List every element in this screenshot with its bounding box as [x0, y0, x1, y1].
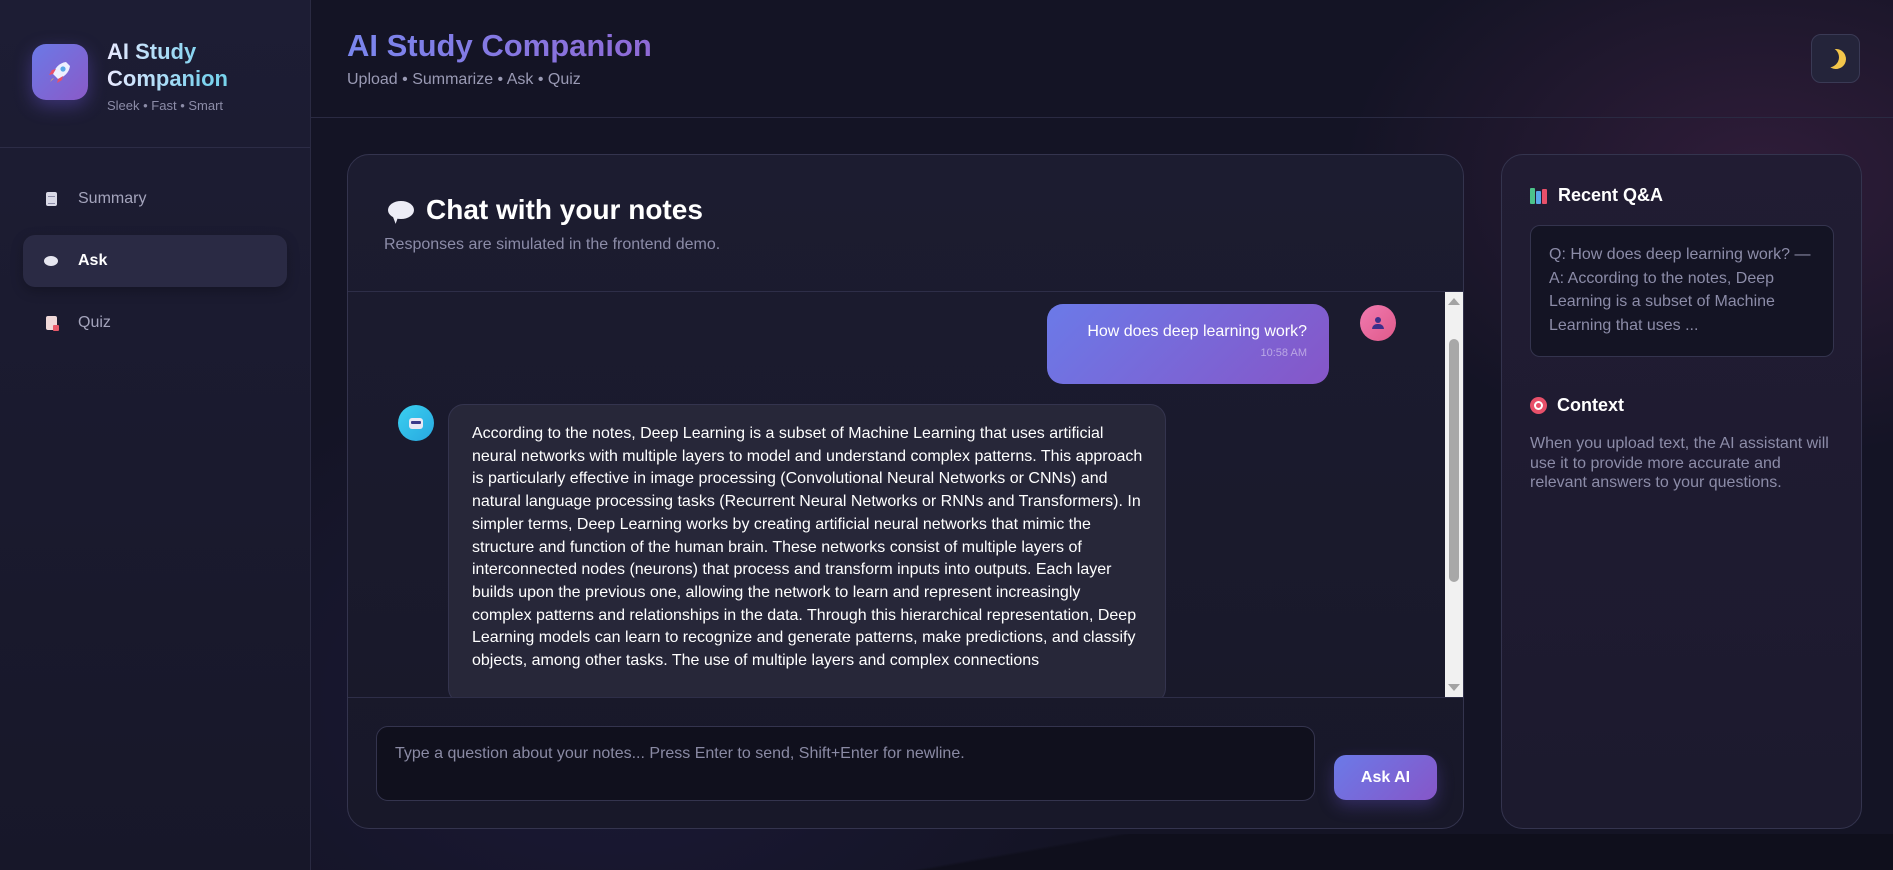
- scroll-up-arrow-icon[interactable]: [1448, 298, 1460, 305]
- bot-avatar: [398, 405, 434, 441]
- sidebar-item-quiz[interactable]: Quiz: [23, 297, 287, 349]
- sidebar-item-label: Quiz: [78, 314, 111, 331]
- context-description: When you upload text, the AI assistant w…: [1530, 435, 1829, 491]
- sidebar-nav: Summary Ask Quiz: [0, 148, 310, 349]
- chat-title-text: Chat with your notes: [426, 194, 703, 225]
- recent-qa-item[interactable]: Q: How does deep learning work? — A: Acc…: [1530, 225, 1834, 357]
- assistant-message: According to the notes, Deep Learning is…: [448, 404, 1166, 697]
- user-icon: [1372, 317, 1384, 329]
- brand-subtitle: Sleek • Fast • Smart: [107, 98, 224, 113]
- recent-qa-title-text: Recent Q&A: [1558, 185, 1664, 205]
- chat-title: Chat with your notes: [388, 194, 703, 226]
- scroll-down-arrow-icon[interactable]: [1448, 684, 1460, 691]
- assistant-message-text: According to the notes, Deep Learning is…: [472, 425, 1143, 670]
- page-subtitle: Upload • Summarize • Ask • Quiz: [347, 71, 581, 88]
- message-list[interactable]: How does deep learning work? 10:58 AM Ac…: [348, 292, 1447, 697]
- speech-bubble-icon: [44, 253, 58, 269]
- sidebar-item-ask[interactable]: Ask: [23, 235, 287, 287]
- message-timestamp: 10:58 AM: [1260, 347, 1307, 359]
- quiz-icon: [44, 315, 59, 331]
- question-input[interactable]: [376, 726, 1315, 801]
- context-title: Context: [1530, 395, 1624, 416]
- sidebar-item-label: Ask: [78, 252, 108, 269]
- document-icon: [44, 191, 58, 207]
- scroll-thumb[interactable]: [1449, 339, 1459, 582]
- moon-icon: [1823, 46, 1849, 72]
- recent-qa-title: Recent Q&A: [1530, 185, 1663, 206]
- sidebar-item-label: Summary: [78, 190, 147, 207]
- chat-composer: Ask AI: [348, 697, 1463, 828]
- user-message: How does deep learning work? 10:58 AM: [1047, 304, 1329, 384]
- app-root: AI Study Companion Sleek • Fast • Smart …: [0, 0, 1893, 870]
- side-panel: Recent Q&A Q: How does deep learning wor…: [1501, 154, 1862, 829]
- ask-ai-button[interactable]: Ask AI: [1334, 755, 1437, 800]
- sidebar: AI Study Companion Sleek • Fast • Smart …: [0, 0, 311, 870]
- target-icon: [1530, 397, 1547, 414]
- speech-bubble-icon: [388, 201, 414, 219]
- message-scrollbar[interactable]: [1445, 292, 1463, 697]
- chat-description: Responses are simulated in the frontend …: [384, 236, 721, 253]
- context-title-text: Context: [1557, 395, 1624, 415]
- chat-panel: Chat with your notes Responses are simul…: [347, 154, 1464, 829]
- brand-title: AI Study Companion: [107, 38, 267, 92]
- main-area: AI Study Companion Upload • Summarize • …: [311, 0, 1893, 870]
- brand: AI Study Companion Sleek • Fast • Smart: [0, 0, 310, 148]
- user-avatar: [1360, 305, 1396, 341]
- robot-icon: [409, 417, 423, 429]
- rocket-icon: [32, 44, 88, 100]
- user-message-text: How does deep learning work?: [1087, 323, 1307, 340]
- topbar: AI Study Companion Upload • Summarize • …: [311, 0, 1893, 118]
- books-icon: [1530, 187, 1548, 204]
- theme-toggle-button[interactable]: [1811, 34, 1860, 83]
- sidebar-item-summary[interactable]: Summary: [23, 173, 287, 225]
- footer-divider: [311, 834, 1893, 870]
- page-title: AI Study Companion: [347, 28, 652, 63]
- brand-text: AI Study Companion Sleek • Fast • Smart: [107, 38, 267, 113]
- chat-header: Chat with your notes Responses are simul…: [348, 155, 1463, 292]
